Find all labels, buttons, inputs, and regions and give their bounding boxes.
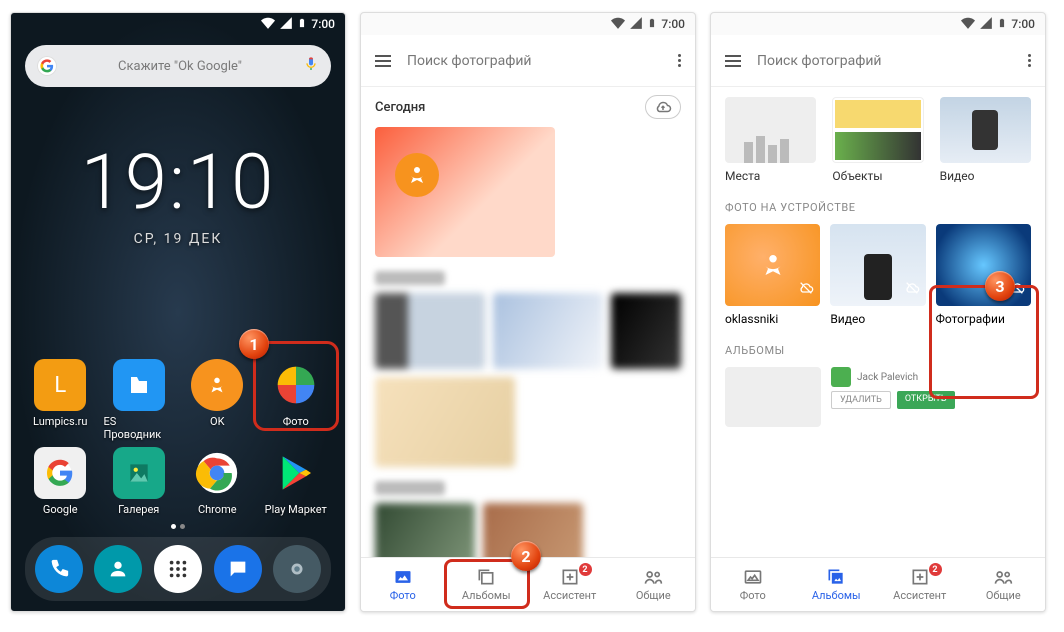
nav-assistant[interactable]: Ассистент 2 (528, 558, 612, 611)
nav-assistant[interactable]: Ассистент 2 (878, 558, 962, 611)
backup-off-icon (1009, 280, 1025, 300)
album-card[interactable]: Jack Palevich УДАЛИТЬ ОТКРЫТЬ (831, 367, 1031, 427)
page-indicator (25, 524, 331, 529)
backup-off-icon (798, 280, 814, 300)
nav-albums[interactable]: Альбомы (445, 558, 529, 611)
dock (25, 537, 331, 601)
app-google-photos[interactable]: Фото (261, 359, 332, 441)
photo-thumb[interactable] (611, 293, 681, 369)
home-date: СР, 19 ДЕК (25, 231, 331, 247)
wifi-icon (961, 16, 975, 33)
app-google-folder[interactable]: Google (25, 447, 96, 516)
category-videos[interactable]: Видео (940, 97, 1031, 183)
app-bar: Поиск фотографий (361, 35, 695, 87)
section-today-label: Сегодня (375, 100, 425, 115)
app-es-explorer[interactable]: ES Проводник (104, 359, 175, 441)
dock-messages-icon[interactable] (214, 545, 262, 593)
backup-off-icon (904, 280, 920, 300)
menu-icon[interactable] (375, 52, 391, 70)
folder-video[interactable]: Видео (830, 224, 925, 326)
app-play-store[interactable]: Play Маркет (261, 447, 332, 516)
dock-phone-icon[interactable] (35, 545, 83, 593)
overflow-icon[interactable] (1028, 54, 1031, 67)
wifi-icon (261, 16, 275, 33)
dock-apps-icon[interactable] (154, 545, 202, 593)
battery-icon (997, 17, 1007, 31)
bottom-nav: Фото Альбомы Ассистент 2 Общие (361, 557, 695, 611)
phone-photos-feed: 7:00 Поиск фотографий Сегодня (360, 12, 696, 612)
app-ok[interactable]: OK (182, 359, 253, 441)
open-button[interactable]: ОТКРЫТЬ (897, 391, 955, 409)
status-time: 7:00 (311, 17, 335, 31)
nav-shared[interactable]: Общие (962, 558, 1046, 611)
app-bar: Поиск фотографий (711, 35, 1045, 87)
status-time: 7:00 (1011, 17, 1035, 31)
photo-thumb[interactable] (375, 503, 475, 557)
phone-homescreen: 7:00 Скажите "Ok Google" 19:10 СР, 19 ДЕ… (10, 12, 346, 612)
nav-photos[interactable]: Фото (361, 558, 445, 611)
google-search-bar[interactable]: Скажите "Ok Google" (25, 45, 331, 87)
folder-photos[interactable]: Фотографии (936, 224, 1031, 326)
search-hint: Скажите "Ok Google" (65, 59, 295, 74)
nav-albums[interactable]: Альбомы (795, 558, 879, 611)
search-input[interactable]: Поиск фотографий (407, 53, 662, 69)
bottom-nav: Фото Альбомы Ассистент 2 Общие (711, 557, 1045, 611)
nav-photos[interactable]: Фото (711, 558, 795, 611)
app-chrome[interactable]: Chrome (182, 447, 253, 516)
status-bar: 7:00 (11, 13, 345, 35)
folder-oklassniki[interactable]: oklassniki (725, 224, 820, 326)
status-bar: 7:00 (361, 13, 695, 35)
dock-contacts-icon[interactable] (94, 545, 142, 593)
photo-thumb[interactable] (375, 293, 485, 369)
assistant-badge: 2 (579, 563, 592, 576)
photo-thumb[interactable] (493, 293, 603, 369)
app-lumpics[interactable]: LLumpics.ru (25, 359, 96, 441)
backup-status-icon[interactable] (645, 95, 681, 119)
status-bar: 7:00 (711, 13, 1045, 35)
photo-thumb[interactable] (375, 127, 555, 257)
menu-icon[interactable] (725, 52, 741, 70)
phone-photos-albums: 7:00 Поиск фотографий Места Объекты Виде… (710, 12, 1046, 612)
signal-icon (629, 16, 643, 33)
category-places[interactable]: Места (725, 97, 816, 183)
overflow-icon[interactable] (678, 54, 681, 67)
status-time: 7:00 (661, 17, 685, 31)
mic-icon[interactable] (303, 56, 319, 76)
delete-button[interactable]: УДАЛИТЬ (831, 391, 891, 409)
battery-icon (647, 17, 657, 31)
category-things[interactable]: Объекты (832, 97, 923, 183)
google-g-icon (37, 56, 57, 76)
section-label-blurred (375, 481, 445, 495)
wifi-icon (611, 16, 625, 33)
search-input[interactable]: Поиск фотографий (757, 53, 1012, 69)
assistant-badge: 2 (929, 563, 942, 576)
photo-thumb[interactable] (483, 503, 583, 557)
app-gallery[interactable]: Галерея (104, 447, 175, 516)
home-clock: 19:10 (25, 137, 331, 227)
signal-icon (279, 16, 293, 33)
signal-icon (979, 16, 993, 33)
photo-thumb[interactable] (375, 377, 515, 467)
album-thumb[interactable] (725, 367, 821, 427)
battery-icon (297, 17, 307, 31)
dock-camera-icon[interactable] (273, 545, 321, 593)
section-label-blurred (375, 271, 445, 285)
albums-heading: АЛЬБОМЫ (725, 344, 1031, 357)
device-photos-heading: ФОТО НА УСТРОЙСТВЕ (725, 201, 1031, 214)
nav-shared[interactable]: Общие (612, 558, 696, 611)
